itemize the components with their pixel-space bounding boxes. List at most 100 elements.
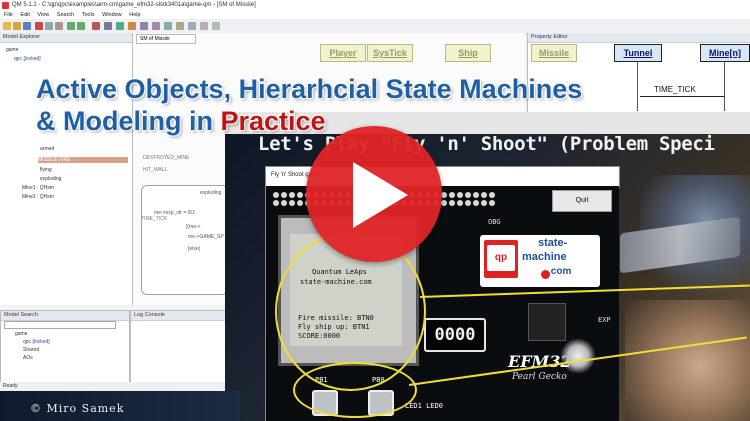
board-hole bbox=[449, 192, 455, 198]
zoom-icon[interactable] bbox=[104, 22, 112, 30]
video-title-line-1: Active Objects, Hierarhcial State Machin… bbox=[36, 74, 583, 104]
model-search-input[interactable] bbox=[4, 321, 116, 329]
board-hole bbox=[489, 192, 495, 198]
board-hole bbox=[281, 192, 287, 198]
menu-tools[interactable]: Tools bbox=[82, 12, 95, 18]
tunnel-lifeline bbox=[637, 61, 638, 111]
menu-bar: File Edit View Search Tools Window Help bbox=[0, 11, 750, 19]
model-explorer-header: Model Explorer bbox=[0, 33, 132, 43]
tree-item-missile-fire[interactable]: MISSILE FIRE bbox=[38, 157, 128, 163]
pearl-gecko-label: Pearl Gecko bbox=[512, 372, 567, 382]
logo-machine-text: machine bbox=[522, 251, 567, 263]
video-title-line-2: & Modeling in Practice bbox=[36, 106, 326, 137]
menu-edit[interactable]: Edit bbox=[20, 12, 29, 18]
tree-item-mine2[interactable]: Mine2 : QHsm bbox=[22, 194, 54, 200]
transition-tool-icon[interactable] bbox=[152, 22, 160, 30]
game-sp-label: me->GAME_SP bbox=[188, 234, 224, 240]
search-item-qpc[interactable]: qpc [locked] bbox=[23, 339, 50, 345]
board-hole bbox=[481, 192, 487, 198]
board-hole bbox=[297, 192, 303, 198]
menu-file[interactable]: File bbox=[4, 12, 13, 18]
menu-window[interactable]: Window bbox=[102, 12, 122, 18]
mine-lifeline bbox=[724, 61, 725, 111]
lane-player: Player bbox=[320, 44, 366, 62]
board-hole bbox=[457, 200, 463, 206]
search-item-game[interactable]: game bbox=[15, 331, 28, 337]
time-tick-event: TIME_TICK bbox=[654, 85, 696, 94]
align-icon[interactable] bbox=[200, 22, 208, 30]
tree-item-flying[interactable]: flying bbox=[40, 167, 52, 173]
destroyed-mine-label: DESTROYED_MINE bbox=[143, 155, 190, 161]
undo-icon[interactable] bbox=[67, 22, 75, 30]
menu-view[interactable]: View bbox=[37, 12, 49, 18]
hit-wall-label: HIT_WALL bbox=[143, 167, 168, 173]
state-exploding-label: exploding bbox=[200, 190, 222, 196]
board-hole bbox=[465, 192, 471, 198]
board-hole bbox=[449, 200, 455, 206]
note-tool-icon[interactable] bbox=[188, 22, 196, 30]
state-tool-icon[interactable] bbox=[140, 22, 148, 30]
menu-help[interactable]: Help bbox=[129, 12, 140, 18]
mcu-chip bbox=[528, 303, 566, 341]
paste-icon[interactable] bbox=[55, 22, 63, 30]
board-hole bbox=[289, 200, 295, 206]
buttons-highlight-oval bbox=[293, 362, 417, 418]
window-titlebar: QM 5.1.1 - C:\qp\qpc\examples\arm-cm\gam… bbox=[0, 0, 750, 11]
board-hole bbox=[273, 200, 279, 206]
time-tick-arrow bbox=[640, 96, 724, 97]
board-hole bbox=[489, 200, 495, 206]
lane-tunnel: Tunnel bbox=[614, 44, 662, 62]
search-item-shared[interactable]: Shared bbox=[23, 347, 39, 353]
build-icon[interactable] bbox=[116, 22, 124, 30]
exp-label: EXP bbox=[598, 316, 611, 324]
cut-icon[interactable] bbox=[35, 22, 43, 30]
generate-code-icon[interactable] bbox=[128, 22, 136, 30]
tree-item-game[interactable]: game bbox=[6, 47, 19, 53]
window-title: QM 5.1.1 - C:\qp\qpc\examples\arm-cm\gam… bbox=[12, 2, 256, 8]
else-label: [else] bbox=[188, 246, 200, 252]
save-icon[interactable] bbox=[23, 22, 31, 30]
video-title-prefix: & Modeling in bbox=[36, 106, 221, 136]
delete-icon[interactable] bbox=[92, 22, 100, 30]
log-console-panel: Log Console bbox=[130, 310, 227, 384]
tree-item-exploding[interactable]: exploding bbox=[40, 176, 61, 182]
grid-icon[interactable] bbox=[212, 22, 220, 30]
qp-logo-text: qp bbox=[487, 245, 515, 271]
history-tool-icon[interactable] bbox=[176, 22, 184, 30]
video-title-accent: Practice bbox=[220, 106, 326, 136]
tree-item-mine1[interactable]: Mine1 : QHsm bbox=[22, 185, 54, 191]
obg-label: OBG bbox=[488, 218, 501, 226]
time-tick-label: TIME_TICK bbox=[141, 216, 168, 222]
diagram-tab[interactable]: SM of Missile bbox=[136, 34, 196, 44]
choice-tool-icon[interactable] bbox=[164, 22, 172, 30]
status-bar: Ready bbox=[0, 382, 225, 391]
segment-display: 0000 bbox=[424, 318, 486, 352]
lane-mine: Mine[n] bbox=[700, 44, 750, 62]
redo-icon[interactable] bbox=[77, 22, 85, 30]
logo-red-dot bbox=[541, 270, 550, 279]
gecko-logo-icon bbox=[560, 338, 596, 374]
board-hole bbox=[273, 192, 279, 198]
open-folder-icon[interactable] bbox=[13, 22, 21, 30]
new-model-icon[interactable] bbox=[3, 22, 11, 30]
board-hole bbox=[473, 192, 479, 198]
logo-state-text: state- bbox=[538, 237, 568, 249]
guard-label: [(me-> bbox=[186, 224, 201, 230]
lane-systick: SysTick bbox=[367, 44, 413, 62]
qm-app-icon bbox=[2, 2, 9, 9]
lane-missile: Missile bbox=[531, 44, 577, 62]
quit-button[interactable]: Quit bbox=[552, 190, 612, 212]
copy-icon[interactable] bbox=[45, 22, 53, 30]
model-search-header: Model Search bbox=[1, 311, 129, 321]
tree-item-qpc[interactable]: qpc [locked] bbox=[14, 56, 41, 62]
board-hole bbox=[457, 192, 463, 198]
board-hole bbox=[281, 200, 287, 206]
state-exploding[interactable]: exploding me->exp_ctr = 0U; [(me-> me->G… bbox=[141, 185, 229, 295]
logo-com-text: .com bbox=[548, 266, 572, 277]
board-hole bbox=[441, 200, 447, 206]
menu-search[interactable]: Search bbox=[57, 12, 74, 18]
play-icon[interactable] bbox=[353, 162, 408, 228]
search-item-aos[interactable]: AOs bbox=[23, 355, 33, 361]
toolbar bbox=[0, 19, 750, 34]
tree-item-armed[interactable]: armed bbox=[40, 146, 54, 152]
